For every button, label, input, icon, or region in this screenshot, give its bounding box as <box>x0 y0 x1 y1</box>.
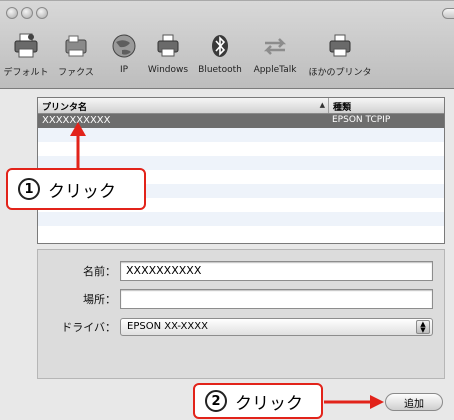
window-controls <box>6 7 48 19</box>
zoom-window-button[interactable] <box>36 7 48 19</box>
column-header-printer-name[interactable]: プリンタ名 ▲ <box>38 98 328 113</box>
printer-row-name: XXXXXXXXXX <box>42 115 111 126</box>
printer-row-kind: EPSON TCPIP <box>332 115 391 125</box>
annotation-step-1: 1 クリック <box>6 168 146 210</box>
toolbar-item-fax[interactable]: ファクス <box>54 31 98 83</box>
sort-ascending-icon: ▲ <box>319 101 325 109</box>
list-empty-row <box>38 128 444 142</box>
toolbar-item-other-printer[interactable]: ほかのプリンタ <box>302 31 378 83</box>
toolbar-item-ip[interactable]: IP <box>106 31 142 83</box>
toolbar: デフォルト ファクス IP Windows Bluetooth AppleTal… <box>0 1 454 89</box>
location-field-row: 場所： <box>38 289 433 309</box>
default-printer-icon <box>11 31 41 61</box>
driver-field-row: ドライバ： EPSON XX-XXXX ▲ ▼ <box>38 318 433 336</box>
other-printer-icon <box>325 31 355 61</box>
name-field-row: 名前： XXXXXXXXXX <box>38 261 433 281</box>
toolbar-label-appletalk: AppleTalk <box>253 65 297 75</box>
toolbar-label-ip: IP <box>119 65 129 75</box>
location-field[interactable] <box>120 289 433 309</box>
toolbar-label-fax: ファクス <box>58 68 94 78</box>
toolbar-item-bluetooth[interactable]: Bluetooth <box>194 31 246 83</box>
windows-printer-icon <box>153 31 183 61</box>
minimize-window-button[interactable] <box>21 7 33 19</box>
printer-row-selected[interactable]: XXXXXXXXXX EPSON TCPIP <box>38 114 444 128</box>
annotation-step-2: 2 クリック <box>193 383 323 419</box>
annotation-step-1-text: クリック <box>48 181 116 202</box>
toolbar-item-default[interactable]: デフォルト <box>2 31 50 83</box>
annotation-step-1-number: 1 <box>18 178 40 200</box>
column-header-kind[interactable]: 種類 <box>328 98 444 113</box>
name-label: 名前： <box>83 265 116 278</box>
toolbar-item-appletalk[interactable]: AppleTalk <box>250 31 300 83</box>
bluetooth-icon <box>205 31 235 61</box>
appletalk-arrows-icon <box>260 31 290 61</box>
column-header-printer-name-label: プリンタ名 <box>42 103 88 113</box>
globe-icon <box>109 31 139 61</box>
annotation-step-2-text: クリック <box>235 393 303 414</box>
name-field[interactable]: XXXXXXXXXX <box>120 261 433 281</box>
annotation-step-2-number: 2 <box>205 390 227 412</box>
toolbar-label-bluetooth: Bluetooth <box>198 65 242 75</box>
select-arrows-icon: ▲ ▼ <box>416 320 430 334</box>
location-label: 場所： <box>83 293 116 306</box>
printer-details-form: 名前： XXXXXXXXXX 場所： ドライバ： EPSON XX-XXXX ▲… <box>37 249 445 379</box>
driver-select-value: EPSON XX-XXXX <box>127 321 208 332</box>
printer-list-header: プリンタ名 ▲ 種類 <box>38 98 444 114</box>
list-empty-row <box>38 142 444 156</box>
driver-label: ドライバ： <box>61 321 116 334</box>
add-button[interactable]: 追加 <box>385 393 443 411</box>
toolbar-label-windows: Windows <box>147 65 189 75</box>
close-window-button[interactable] <box>6 7 18 19</box>
fax-icon <box>61 31 91 61</box>
add-printer-window: デフォルト ファクス IP Windows Bluetooth AppleTal… <box>0 0 454 420</box>
list-empty-row <box>38 226 444 240</box>
toolbar-item-windows[interactable]: Windows <box>144 31 192 83</box>
toolbar-label-default: デフォルト <box>3 68 49 78</box>
toolbar-toggle-button[interactable] <box>442 8 454 19</box>
driver-select[interactable]: EPSON XX-XXXX ▲ ▼ <box>120 318 433 336</box>
column-header-kind-label: 種類 <box>333 103 352 113</box>
list-empty-row <box>38 212 444 226</box>
toolbar-label-other-printer: ほかのプリンタ <box>308 68 372 78</box>
